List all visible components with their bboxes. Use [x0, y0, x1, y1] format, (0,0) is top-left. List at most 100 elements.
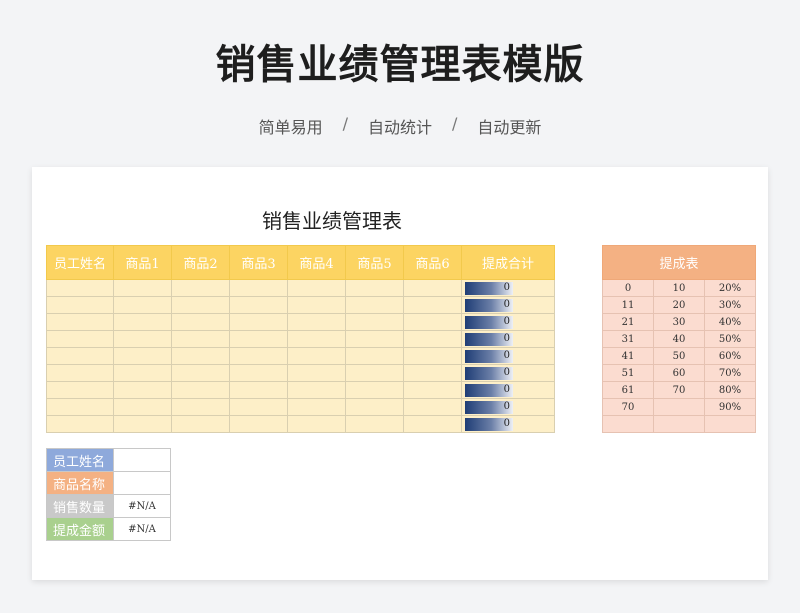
- rate-max-cell[interactable]: 50: [653, 347, 705, 365]
- rate-percent-cell[interactable]: 80%: [704, 381, 756, 399]
- rate-max-cell[interactable]: [653, 398, 705, 416]
- product-cell[interactable]: [113, 313, 172, 331]
- commission-total-cell[interactable]: 0: [461, 347, 555, 365]
- lookup-value-cell[interactable]: #N/A: [113, 494, 171, 518]
- product-cell[interactable]: [403, 381, 462, 399]
- product-cell[interactable]: [345, 415, 404, 433]
- product-cell[interactable]: [287, 415, 346, 433]
- product-cell[interactable]: [171, 313, 230, 331]
- header-product-6[interactable]: 商品6: [403, 245, 462, 280]
- rate-min-cell[interactable]: 51: [602, 364, 654, 382]
- header-product-3[interactable]: 商品3: [229, 245, 288, 280]
- product-cell[interactable]: [287, 296, 346, 314]
- product-cell[interactable]: [113, 398, 172, 416]
- product-cell[interactable]: [403, 330, 462, 348]
- lookup-value-cell[interactable]: #N/A: [113, 517, 171, 541]
- product-cell[interactable]: [113, 381, 172, 399]
- product-cell[interactable]: [345, 313, 404, 331]
- product-cell[interactable]: [287, 347, 346, 365]
- lookup-value-cell[interactable]: [113, 471, 171, 495]
- rate-min-cell[interactable]: 61: [602, 381, 654, 399]
- rate-max-cell[interactable]: 70: [653, 381, 705, 399]
- rate-min-cell[interactable]: 70: [602, 398, 654, 416]
- product-cell[interactable]: [113, 364, 172, 382]
- header-product-2[interactable]: 商品2: [171, 245, 230, 280]
- product-cell[interactable]: [287, 398, 346, 416]
- rate-min-cell[interactable]: [602, 415, 654, 433]
- product-cell[interactable]: [113, 279, 172, 297]
- product-cell[interactable]: [403, 313, 462, 331]
- rate-min-cell[interactable]: 0: [602, 279, 654, 297]
- product-cell[interactable]: [345, 330, 404, 348]
- employee-name-cell[interactable]: [46, 415, 114, 433]
- rate-percent-cell[interactable]: 90%: [704, 398, 756, 416]
- lookup-value-cell[interactable]: [113, 448, 171, 472]
- product-cell[interactable]: [345, 381, 404, 399]
- product-cell[interactable]: [171, 398, 230, 416]
- rate-max-cell[interactable]: 40: [653, 330, 705, 348]
- product-cell[interactable]: [345, 398, 404, 416]
- rate-percent-cell[interactable]: 70%: [704, 364, 756, 382]
- rate-max-cell[interactable]: 30: [653, 313, 705, 331]
- rate-percent-cell[interactable]: 30%: [704, 296, 756, 314]
- product-cell[interactable]: [171, 347, 230, 365]
- product-cell[interactable]: [171, 381, 230, 399]
- header-product-1[interactable]: 商品1: [113, 245, 172, 280]
- rate-table-header[interactable]: 提成表: [602, 245, 756, 280]
- employee-name-cell[interactable]: [46, 364, 114, 382]
- product-cell[interactable]: [229, 381, 288, 399]
- commission-total-cell[interactable]: 0: [461, 279, 555, 297]
- product-cell[interactable]: [229, 330, 288, 348]
- product-cell[interactable]: [113, 347, 172, 365]
- product-cell[interactable]: [113, 296, 172, 314]
- rate-percent-cell[interactable]: 60%: [704, 347, 756, 365]
- product-cell[interactable]: [171, 415, 230, 433]
- header-product-5[interactable]: 商品5: [345, 245, 404, 280]
- product-cell[interactable]: [171, 296, 230, 314]
- rate-max-cell[interactable]: 10: [653, 279, 705, 297]
- employee-name-cell[interactable]: [46, 313, 114, 331]
- product-cell[interactable]: [403, 364, 462, 382]
- rate-max-cell[interactable]: 20: [653, 296, 705, 314]
- product-cell[interactable]: [113, 415, 172, 433]
- rate-percent-cell[interactable]: 20%: [704, 279, 756, 297]
- product-cell[interactable]: [403, 279, 462, 297]
- rate-max-cell[interactable]: 60: [653, 364, 705, 382]
- commission-total-cell[interactable]: 0: [461, 296, 555, 314]
- product-cell[interactable]: [403, 398, 462, 416]
- rate-min-cell[interactable]: 31: [602, 330, 654, 348]
- header-commission-total[interactable]: 提成合计: [461, 245, 555, 280]
- rate-min-cell[interactable]: 11: [602, 296, 654, 314]
- product-cell[interactable]: [287, 330, 346, 348]
- product-cell[interactable]: [229, 398, 288, 416]
- commission-total-cell[interactable]: 0: [461, 415, 555, 433]
- employee-name-cell[interactable]: [46, 330, 114, 348]
- employee-name-cell[interactable]: [46, 381, 114, 399]
- rate-percent-cell[interactable]: 50%: [704, 330, 756, 348]
- product-cell[interactable]: [229, 296, 288, 314]
- product-cell[interactable]: [287, 279, 346, 297]
- rate-min-cell[interactable]: 41: [602, 347, 654, 365]
- product-cell[interactable]: [287, 313, 346, 331]
- product-cell[interactable]: [287, 364, 346, 382]
- product-cell[interactable]: [345, 347, 404, 365]
- rate-percent-cell[interactable]: [704, 415, 756, 433]
- product-cell[interactable]: [171, 330, 230, 348]
- employee-name-cell[interactable]: [46, 279, 114, 297]
- commission-total-cell[interactable]: 0: [461, 398, 555, 416]
- employee-name-cell[interactable]: [46, 347, 114, 365]
- product-cell[interactable]: [345, 296, 404, 314]
- commission-total-cell[interactable]: 0: [461, 330, 555, 348]
- product-cell[interactable]: [229, 313, 288, 331]
- employee-name-cell[interactable]: [46, 296, 114, 314]
- commission-total-cell[interactable]: 0: [461, 364, 555, 382]
- product-cell[interactable]: [171, 279, 230, 297]
- product-cell[interactable]: [403, 347, 462, 365]
- employee-name-cell[interactable]: [46, 398, 114, 416]
- product-cell[interactable]: [113, 330, 172, 348]
- commission-total-cell[interactable]: 0: [461, 313, 555, 331]
- header-product-4[interactable]: 商品4: [287, 245, 346, 280]
- rate-max-cell[interactable]: [653, 415, 705, 433]
- product-cell[interactable]: [403, 415, 462, 433]
- rate-min-cell[interactable]: 21: [602, 313, 654, 331]
